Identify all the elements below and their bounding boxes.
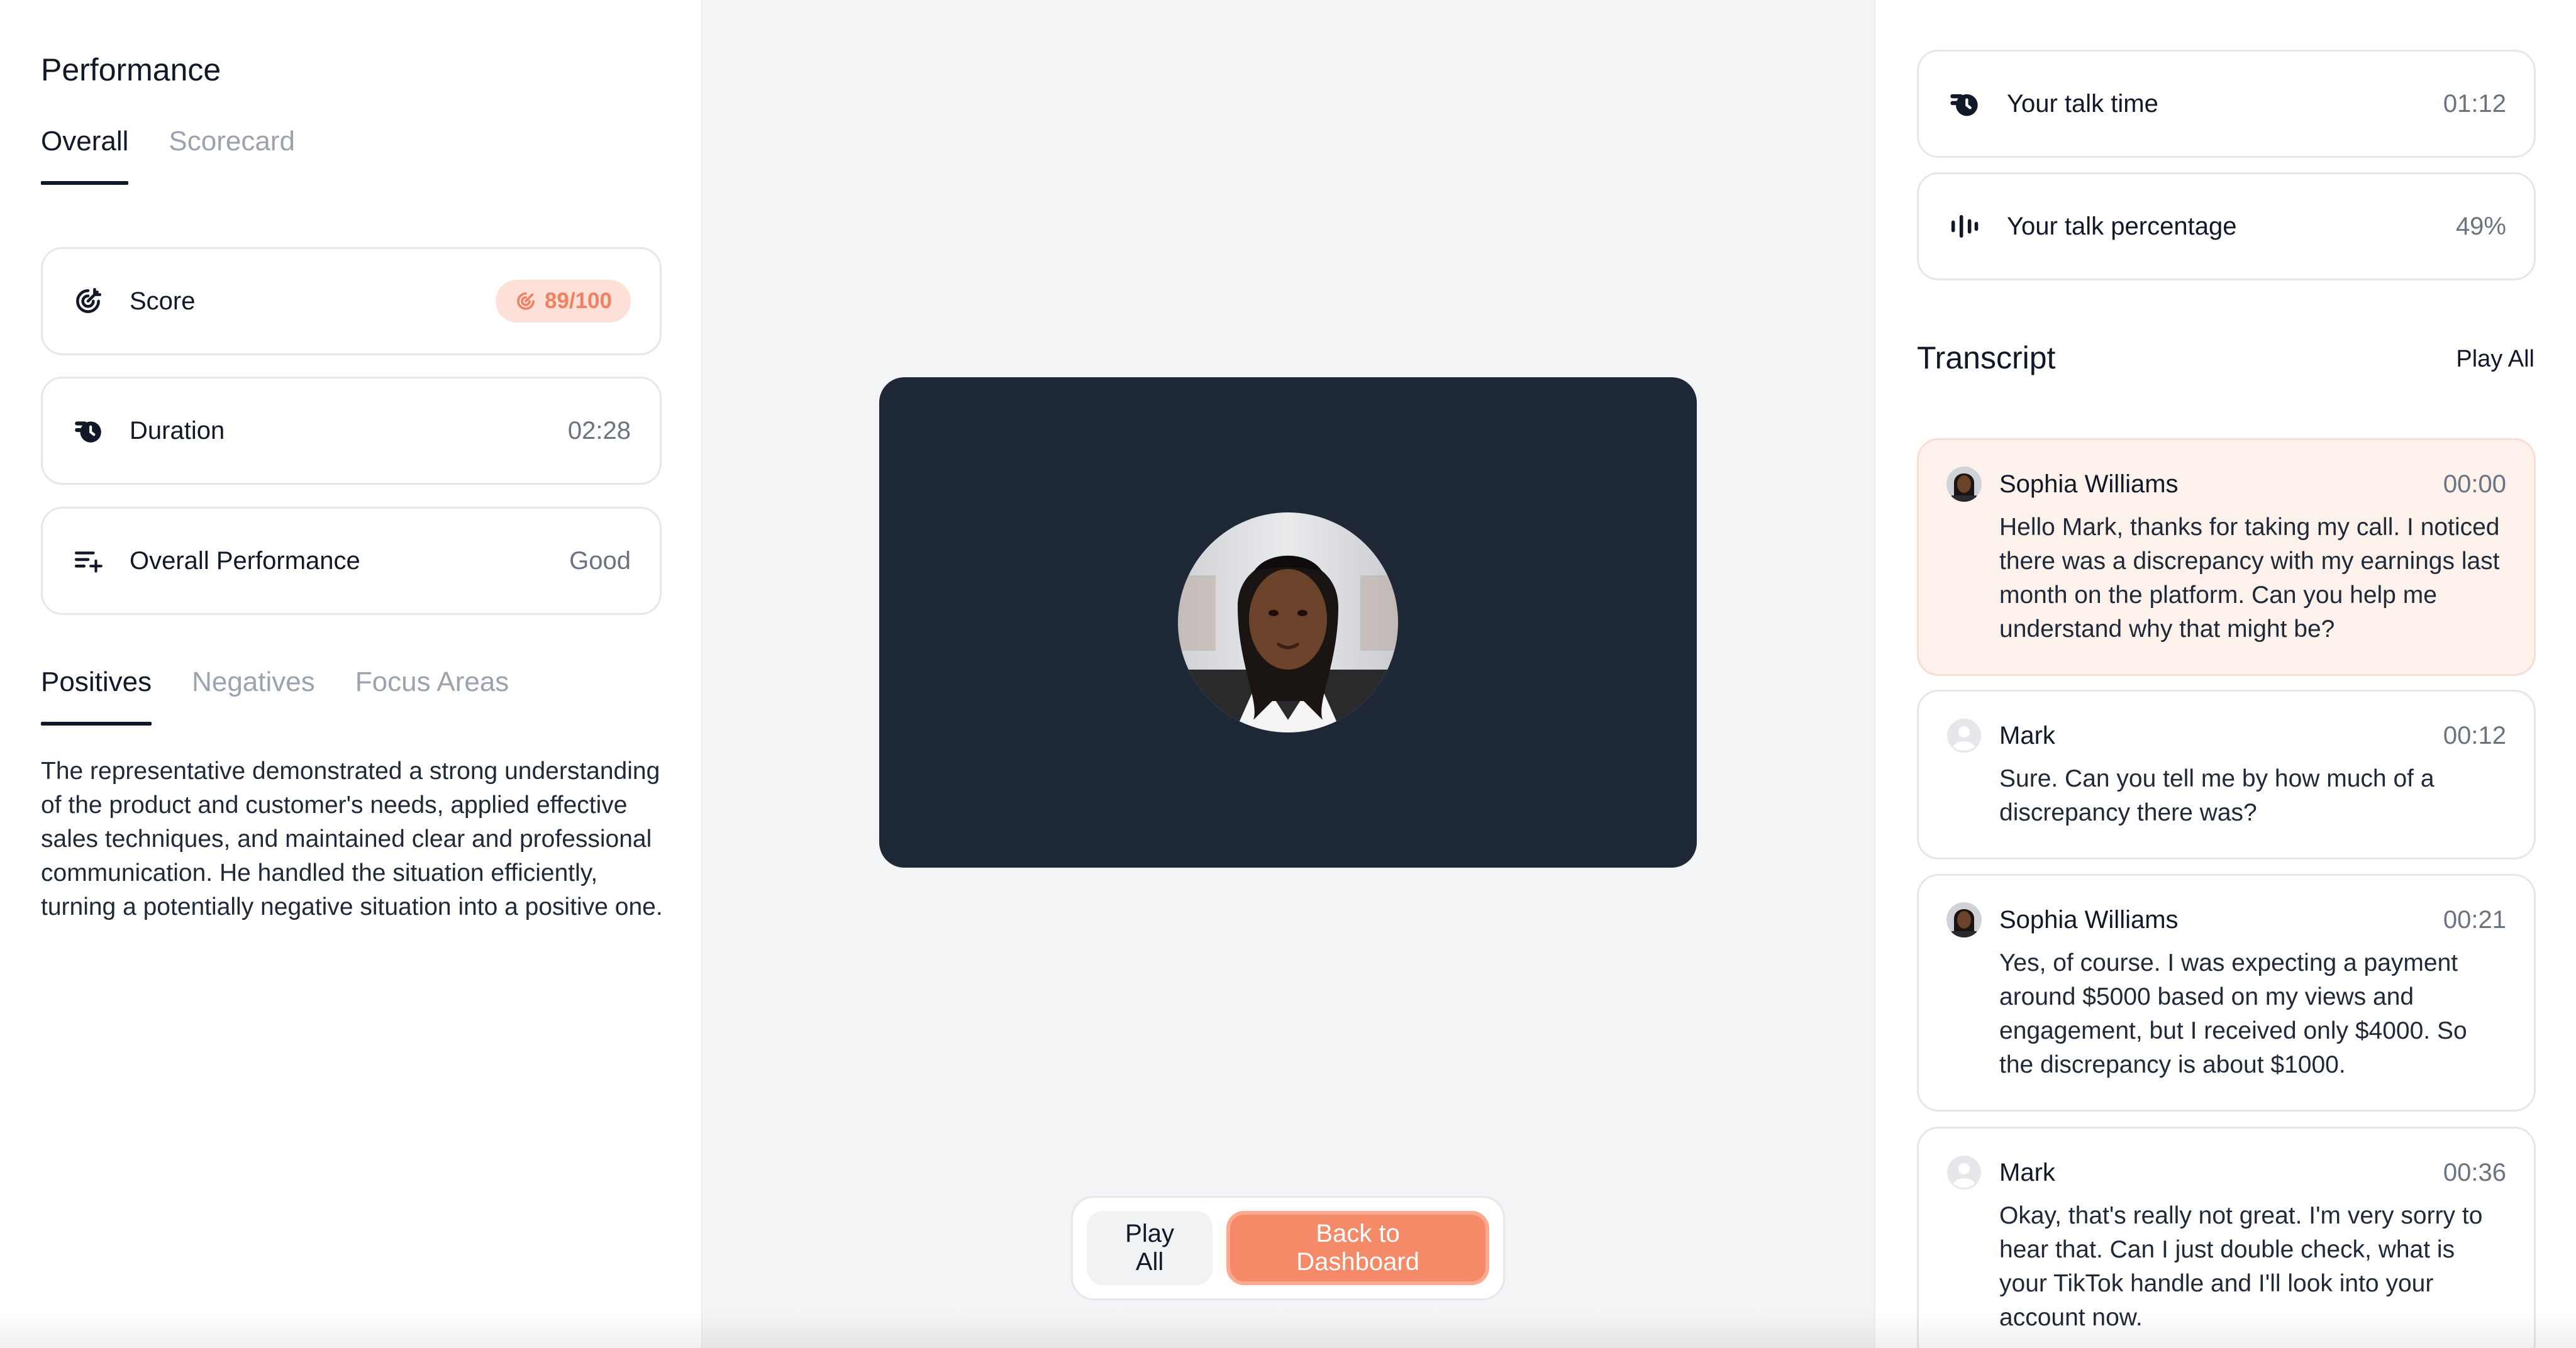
tab-scorecard[interactable]: Scorecard	[169, 126, 295, 185]
transcript-play-all-button[interactable]: Play All	[2456, 346, 2534, 373]
message-timestamp: 00:12	[2443, 721, 2506, 749]
tab-focus-areas[interactable]: Focus Areas	[355, 666, 509, 726]
audio-bars-icon	[1946, 209, 1982, 244]
message-text: Sure. Can you tell me by how much of a d…	[1999, 765, 2434, 826]
speaker-name: Mark	[1999, 1158, 2055, 1186]
performance-panel: Performance Overall Scorecard Score 89/1…	[0, 0, 702, 1348]
sparkle-list-icon	[72, 544, 104, 577]
transcript-message[interactable]: Sophia Williams 00:00 Hello Mark, thanks…	[1917, 438, 2536, 676]
transcript-message[interactable]: Sophia Williams 00:21 Yes, of course. I …	[1917, 874, 2536, 1112]
talk-time-value: 01:12	[2443, 89, 2506, 118]
clock-icon	[72, 414, 104, 447]
score-badge: 89/100	[495, 280, 631, 323]
talk-percentage-value: 49%	[2455, 212, 2506, 240]
message-text: Yes, of course. I was expecting a paymen…	[1999, 949, 2467, 1078]
back-to-dashboard-button[interactable]: Back to Dashboard	[1226, 1211, 1489, 1285]
score-label: Score	[130, 287, 196, 315]
target-icon	[517, 292, 535, 310]
message-timestamp: 00:21	[2443, 905, 2506, 934]
score-value: 89/100	[544, 289, 612, 313]
panel-title: Performance	[41, 52, 221, 87]
feedback-tabs: Positives Negatives Focus Areas	[41, 666, 509, 726]
feedback-summary: The representative demonstrated a strong…	[41, 758, 663, 920]
video-player[interactable]	[879, 377, 1697, 868]
clock-icon	[1946, 86, 1982, 121]
speaker-avatar	[1946, 902, 1982, 937]
tab-overall[interactable]: Overall	[41, 126, 129, 185]
message-text: Hello Mark, thanks for taking my call. I…	[1999, 514, 2500, 643]
transcript-panel: Your talk time 01:12 Your talk percentag…	[1874, 0, 2576, 1348]
overall-performance-label: Overall Performance	[130, 546, 360, 575]
duration-card: Duration 02:28	[41, 377, 662, 485]
transcript-title: Transcript	[1917, 340, 2056, 375]
overall-performance-card: Overall Performance Good	[41, 507, 662, 615]
user-placeholder-icon	[1946, 1155, 1982, 1190]
overall-performance-value: Good	[569, 546, 631, 575]
talk-time-card: Your talk time 01:12	[1917, 50, 2536, 158]
duration-value: 02:28	[567, 416, 631, 445]
speaker-avatar	[1946, 467, 1982, 502]
message-timestamp: 00:00	[2443, 470, 2506, 498]
message-text: Okay, that's really not great. I'm very …	[1999, 1202, 2483, 1331]
transcript-message[interactable]: Mark 00:36 Okay, that's really not great…	[1917, 1127, 2536, 1348]
talk-time-label: Your talk time	[2007, 89, 2158, 118]
play-all-button[interactable]: Play All	[1087, 1211, 1213, 1285]
message-timestamp: 00:36	[2443, 1158, 2506, 1186]
talk-percentage-label: Your talk percentage	[2007, 212, 2237, 240]
avatar	[1178, 512, 1398, 732]
player-action-bar: Play All Back to Dashboard	[1071, 1196, 1505, 1300]
talk-percentage-card: Your talk percentage 49%	[1917, 172, 2536, 280]
target-icon	[72, 285, 104, 318]
speaker-name: Sophia Williams	[1999, 470, 2179, 498]
tab-negatives[interactable]: Negatives	[192, 666, 315, 726]
app-root: Performance Overall Scorecard Score 89/1…	[0, 0, 2576, 1348]
speaker-name: Mark	[1999, 721, 2055, 749]
user-placeholder-icon	[1946, 718, 1982, 753]
duration-label: Duration	[130, 416, 225, 445]
transcript-message[interactable]: Mark 00:12 Sure. Can you tell me by how …	[1917, 690, 2536, 859]
tab-positives[interactable]: Positives	[41, 666, 152, 726]
score-card: Score 89/100	[41, 247, 662, 355]
speaker-name: Sophia Williams	[1999, 905, 2179, 934]
performance-tabs: Overall Scorecard	[41, 126, 295, 185]
